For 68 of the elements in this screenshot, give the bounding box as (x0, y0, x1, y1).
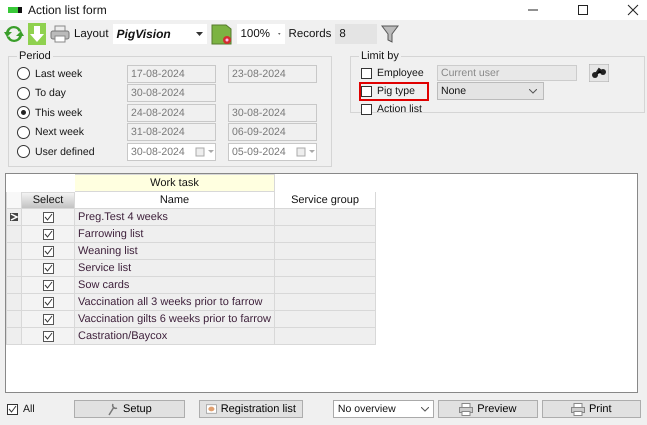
row-checkbox[interactable] (42, 296, 54, 308)
binoculars-icon[interactable] (589, 64, 609, 82)
table-cell: Farrowing list (74, 226, 274, 242)
setup-button[interactable]: Setup (74, 400, 185, 418)
checkbox-option[interactable]: Action list (359, 100, 429, 118)
table-cell: Weaning list (74, 242, 274, 260)
chevron-down-icon (421, 406, 430, 412)
maximize-icon[interactable] (577, 4, 589, 16)
date-field[interactable]: 05-09-2024 (228, 142, 317, 161)
date-field[interactable]: 06-09-2024 (228, 123, 317, 142)
printer-icon[interactable] (50, 25, 70, 43)
date-field[interactable]: 30-08-2024 (127, 84, 216, 102)
refresh-icon[interactable] (4, 24, 24, 44)
overview-dropdown[interactable]: No overview (332, 400, 434, 418)
filter-icon[interactable] (381, 24, 400, 44)
date-field[interactable]: 30-08-2024 (228, 104, 317, 122)
caret-icon (278, 32, 281, 36)
row-checkbox[interactable] (42, 280, 54, 291)
all-checkbox[interactable]: All (5, 400, 48, 418)
date-field[interactable]: 31-08-2024 (127, 123, 216, 142)
radio-option[interactable]: Last week (17, 67, 121, 80)
print-button[interactable]: Print (542, 400, 641, 418)
checkbox-option[interactable]: Employee (359, 64, 429, 82)
layout-dropdown[interactable]: PigVision (112, 24, 207, 44)
printer-icon (570, 402, 585, 416)
preview-button[interactable]: Preview (438, 400, 538, 418)
records-label: Records (288, 28, 332, 40)
window-title: Action list form (28, 3, 107, 17)
current-row-icon (10, 213, 18, 221)
column-header[interactable]: Service group (274, 192, 376, 208)
checkbox-option[interactable]: Pig type (359, 82, 429, 100)
printer-icon (459, 402, 474, 416)
checkmark-icon (8, 405, 17, 413)
table-cell: Sow cards (74, 276, 274, 294)
table-cell: Castration/Baycox (74, 328, 274, 344)
registration-list-button[interactable]: Registration list (198, 400, 303, 418)
chevron-down-icon (529, 88, 537, 94)
table-cell: Preg.Test 4 weeks (74, 208, 274, 226)
row-checkbox[interactable] (42, 314, 54, 325)
date-field[interactable]: 23-08-2024 (228, 64, 317, 83)
radio-option[interactable]: Next week (17, 126, 121, 139)
group-header: Work task (74, 174, 274, 192)
wrench-icon (106, 402, 119, 416)
pig-type-dropdown[interactable]: None (437, 82, 544, 100)
column-header[interactable]: Select (22, 192, 74, 208)
layout-label: Layout (74, 28, 109, 40)
row-checkbox[interactable] (42, 262, 54, 274)
zoom-dropdown[interactable]: 100% (236, 24, 285, 44)
date-field[interactable]: 30-08-2024 (127, 142, 216, 161)
date-field[interactable]: 17-08-2024 (127, 64, 216, 83)
date-field[interactable]: 24-08-2024 (127, 104, 216, 122)
radio-option[interactable]: To day (17, 86, 121, 100)
row-checkbox[interactable] (42, 228, 54, 240)
radio-option[interactable]: User defined (17, 145, 121, 158)
group-title: Period (18, 50, 52, 62)
app-icon (8, 7, 22, 13)
radio-option[interactable]: This week (17, 106, 121, 120)
close-icon[interactable] (627, 4, 639, 16)
row-checkbox[interactable] (42, 212, 54, 223)
caret-icon (196, 32, 203, 36)
table-cell: Vaccination gilts 6 weeks prior to farrow (74, 310, 274, 328)
table-cell: Service list (74, 260, 274, 276)
records-field: 8 (335, 24, 378, 44)
group-title: Limit by (360, 50, 400, 62)
row-checkbox[interactable] (42, 330, 54, 342)
column-header[interactable]: Name (74, 192, 274, 208)
table-cell: Vaccination all 3 weeks prior to farrow (74, 294, 274, 310)
row-checkbox[interactable] (42, 246, 54, 257)
